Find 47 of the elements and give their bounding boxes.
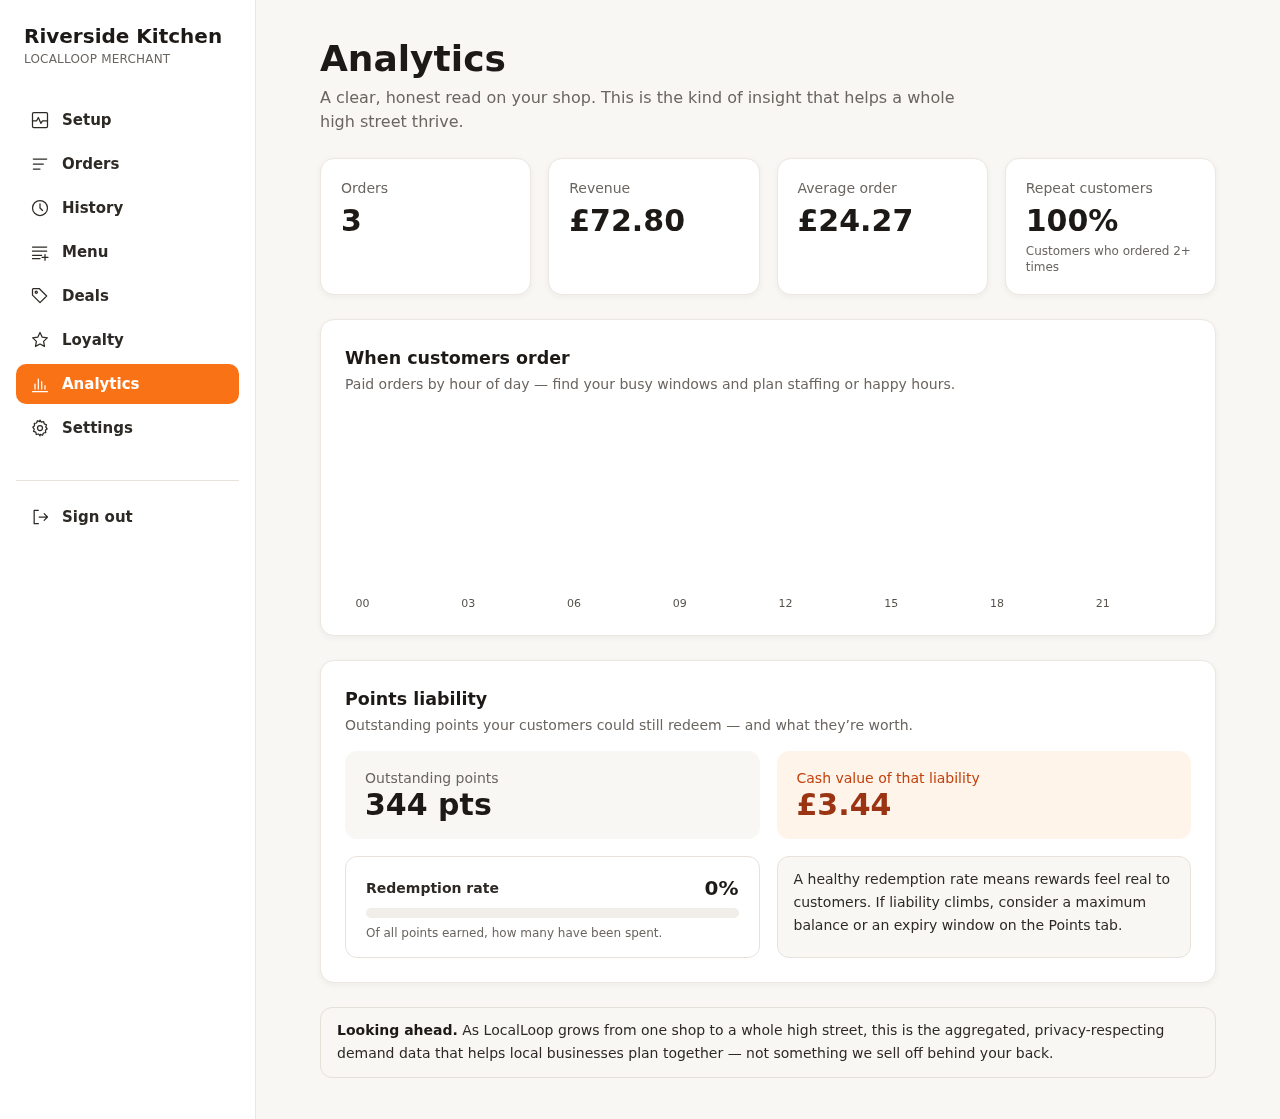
nav-item[interactable]: Orders (16, 144, 239, 184)
footer-note: Looking ahead. As LocalLoop grows from one shop to a whole high street, this is the aggregated, privacy-respecting demand data that helps local businesses plan together — not something we sell off behind your back. (320, 1007, 1216, 1078)
rate-caption: Of all points earned, how many have been spent. (366, 925, 664, 941)
tile-value: 344 pts (365, 787, 492, 823)
rate-label: Redemption rate (366, 880, 499, 896)
hour-label: 00 (355, 597, 370, 610)
stat-label: Revenue (569, 179, 632, 197)
hour-label: 09 (672, 597, 687, 610)
sign-out-button[interactable]: Sign out (16, 497, 147, 537)
hour-label: 06 (567, 597, 582, 610)
tile-label: Outstanding points (365, 769, 500, 787)
tile-value: £3.44 (796, 787, 892, 823)
nav-item[interactable]: Setup (16, 100, 239, 140)
brand-subtitle: LOCALLOOP MERCHANT (24, 52, 172, 66)
nav-item[interactable]: Loyalty (16, 320, 239, 360)
card-subtitle: Outstanding points your customers could still redeem — and what they’re worth. (345, 716, 915, 735)
stat-note: Customers who ordered 2+ times (1025, 243, 1192, 275)
stat-label: Average order (797, 179, 898, 197)
hour-label: 15 (884, 597, 899, 610)
stat-value: £72.80 (569, 202, 686, 240)
stat-label: Orders (341, 179, 390, 197)
card-subtitle: Paid orders by hour of day — find your busy windows and plan staffing or happy hours. (345, 375, 957, 394)
card-title: When customers order (345, 347, 570, 370)
pulse-square-icon (30, 110, 50, 130)
page-subtitle: A clear, honest read on your shop. This is the kind of insight that helps a whole high street thrive. (320, 87, 956, 133)
tile-label: Cash value of that liability (796, 769, 981, 787)
brand-name: Riverside Kitchen (24, 24, 224, 48)
hour-label: 12 (778, 597, 793, 610)
stat-value: 3 (341, 202, 362, 240)
rate-value: 0% (704, 876, 739, 900)
clock-icon (30, 198, 50, 218)
nav-item[interactable]: History (16, 188, 239, 228)
page-title: Analytics (320, 37, 507, 81)
tag-icon (30, 286, 50, 306)
stat-value: £24.27 (797, 202, 914, 240)
hour-label: 18 (990, 597, 1005, 610)
card-title: Points liability (345, 688, 488, 711)
settings-icon (30, 418, 50, 438)
stat-value: 100% (1025, 202, 1119, 240)
nav-item[interactable]: Settings (16, 408, 239, 448)
advice-note: A healthy redemption rate means rewards feel real to customers. If liability climbs, consider a maximum balance or an expiry window on the Points tab. (776, 856, 1191, 958)
nav-item[interactable]: Menu (16, 232, 239, 272)
star-icon (30, 330, 50, 350)
hour-label: 03 (461, 597, 476, 610)
stat-label: Repeat customers (1025, 179, 1154, 197)
hour-label: 21 (1095, 597, 1110, 610)
nav-item[interactable]: Deals (16, 276, 239, 316)
